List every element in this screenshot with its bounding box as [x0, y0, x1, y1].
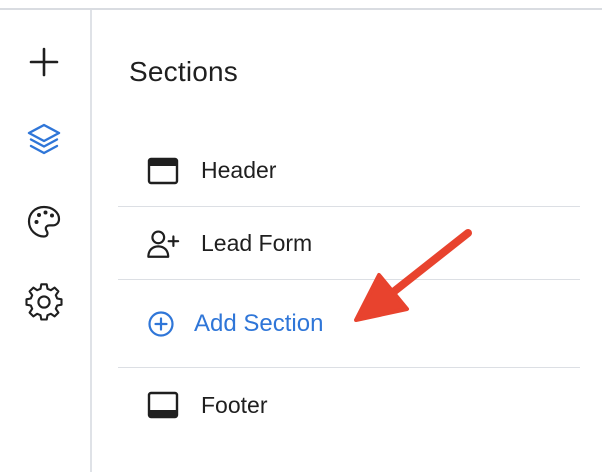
- editor-frame: Sections Header Lead Form Add Section Fo…: [0, 0, 602, 472]
- header-layout-icon: [146, 154, 180, 188]
- palette-icon: [27, 205, 61, 238]
- sections-panel: Sections Header Lead Form Add Section Fo…: [94, 10, 602, 472]
- section-row-footer[interactable]: Footer: [118, 369, 580, 441]
- section-row-header[interactable]: Header: [118, 135, 580, 207]
- section-label-lead-form: Lead Form: [201, 230, 313, 256]
- section-row-lead-form[interactable]: Lead Form: [118, 208, 580, 280]
- gear-icon: [25, 283, 63, 321]
- settings-button[interactable]: [18, 276, 70, 328]
- add-element-button[interactable]: [18, 36, 70, 88]
- add-section-button[interactable]: Add Section: [118, 281, 580, 368]
- panel-title: Sections: [129, 56, 238, 87]
- add-section-label: Add Section: [194, 310, 324, 337]
- plus-icon: [29, 47, 59, 77]
- layers-icon: [27, 123, 61, 155]
- layers-button[interactable]: [18, 114, 70, 166]
- plus-circle-icon: [144, 307, 178, 341]
- theme-button[interactable]: [18, 196, 70, 248]
- section-label-header: Header: [201, 157, 277, 183]
- add-user-icon: [146, 227, 180, 261]
- section-label-footer: Footer: [201, 391, 268, 418]
- footer-layout-icon: [146, 388, 180, 422]
- left-tool-rail: [0, 10, 92, 472]
